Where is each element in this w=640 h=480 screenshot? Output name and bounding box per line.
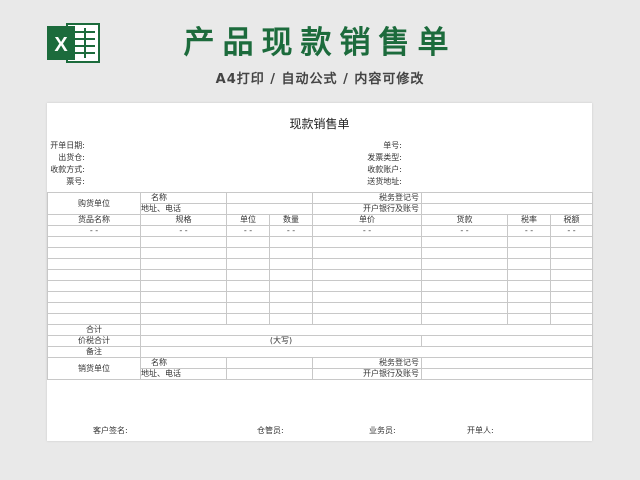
- buyer-unit-label: 购货单位: [47, 192, 141, 215]
- seller-tax-label: 税务登记号: [312, 357, 422, 369]
- table-row[interactable]: [47, 258, 594, 270]
- issuer-label: 开单人:: [467, 426, 494, 435]
- buyer-address-cell[interactable]: [226, 203, 313, 215]
- seller-address-cell[interactable]: [226, 368, 313, 380]
- seller-unit-label: 销货单位: [47, 357, 141, 380]
- customer-signature-label: 客户签名:: [93, 426, 128, 435]
- page-subtitle: A4打印 / 自动公式 / 内容可修改: [215, 72, 425, 87]
- cell[interactable]: - -: [421, 225, 508, 237]
- cell[interactable]: - -: [312, 225, 422, 237]
- page-title: 产品现款销售单: [183, 25, 457, 61]
- seller-address-label: 地址、电话: [140, 368, 227, 380]
- sheet-title: 现款销售单: [289, 117, 350, 131]
- tax-total-label: 价税合计: [47, 335, 141, 347]
- seller-tax-cell[interactable]: [420, 357, 594, 369]
- cell[interactable]: - -: [507, 225, 551, 237]
- col-spec: 规格: [140, 214, 227, 226]
- table-row[interactable]: - - - - - - - - - - - - - - - -: [47, 225, 594, 237]
- info-ticket-no: 票号:: [66, 177, 85, 186]
- table-row[interactable]: [47, 247, 594, 259]
- table-row[interactable]: [47, 236, 594, 248]
- buyer-bank-cell[interactable]: [420, 203, 594, 215]
- total-label: 合计: [47, 324, 141, 336]
- seller-bank-label: 开户银行及账号: [312, 368, 422, 380]
- cell[interactable]: - -: [269, 225, 313, 237]
- tax-total-row: 价税合计 (大写): [47, 335, 594, 347]
- table-row[interactable]: [47, 280, 594, 292]
- info-receipt-account: 收款账户:: [367, 165, 402, 174]
- info-warehouse: 出货仓:: [58, 153, 85, 162]
- cell[interactable]: - -: [226, 225, 270, 237]
- buyer-name-cell[interactable]: [226, 192, 313, 204]
- spreadsheet-page: 现款销售单 开单日期: 出货仓: 收款方式: 票号: 单号: 发票类型: 收款账…: [47, 103, 594, 441]
- salesperson-label: 业务员:: [369, 426, 396, 435]
- buyer-name-label: 名称: [140, 192, 227, 204]
- signature-row: 客户签名: 仓管员: 业务员: 开单人:: [47, 421, 592, 439]
- table-row[interactable]: [47, 313, 594, 325]
- excel-icon: X: [47, 23, 100, 63]
- col-unit: 单位: [226, 214, 270, 226]
- daxie-label: (大写): [140, 335, 422, 347]
- buyer-tax-label: 税务登记号: [312, 192, 422, 204]
- warehouse-keeper-label: 仓管员:: [257, 426, 284, 435]
- remark-cell[interactable]: [139, 346, 594, 358]
- seller-name-label: 名称: [140, 357, 227, 369]
- seller-name-cell[interactable]: [226, 357, 313, 369]
- table-row[interactable]: [47, 302, 594, 314]
- info-invoice-type: 发票类型:: [367, 153, 402, 162]
- seller-bank-cell[interactable]: [420, 368, 594, 380]
- cell[interactable]: - -: [549, 225, 594, 237]
- column-header-row: 货品名称 规格 单位 数量 单价 货款 税率 税额: [47, 214, 594, 226]
- tax-total-cell[interactable]: [420, 335, 594, 347]
- buyer-address-label: 地址、电话: [140, 203, 227, 215]
- buyer-tax-cell[interactable]: [420, 192, 594, 204]
- cell[interactable]: - -: [140, 225, 227, 237]
- col-quantity: 数量: [269, 214, 313, 226]
- col-tax-rate: 税率: [507, 214, 551, 226]
- col-tax-amount: 税额: [549, 214, 594, 226]
- table-row[interactable]: [47, 291, 594, 303]
- remark-row: 备注: [47, 346, 594, 358]
- total-cell[interactable]: [139, 324, 594, 336]
- invoice-table: 购货单位 名称 税务登记号 地址、电话 开户银行及账号 货品名称 规格 单位 数…: [47, 192, 594, 380]
- info-delivery-address: 送货地址:: [367, 177, 402, 186]
- table-row[interactable]: [47, 269, 594, 281]
- col-unit-price: 单价: [312, 214, 422, 226]
- col-amount: 货款: [421, 214, 508, 226]
- banner: X 产品现款销售单 A4打印 / 自动公式 / 内容可修改: [0, 0, 640, 100]
- svg-text:X: X: [54, 34, 68, 56]
- col-product-name: 货品名称: [47, 214, 141, 226]
- info-open-date: 开单日期:: [50, 141, 85, 150]
- cell[interactable]: - -: [47, 225, 141, 237]
- info-payment-method: 收款方式:: [50, 165, 85, 174]
- total-row: 合计: [47, 324, 594, 336]
- buyer-bank-label: 开户银行及账号: [312, 203, 422, 215]
- info-order-no: 单号:: [383, 141, 402, 150]
- remark-label: 备注: [47, 346, 141, 358]
